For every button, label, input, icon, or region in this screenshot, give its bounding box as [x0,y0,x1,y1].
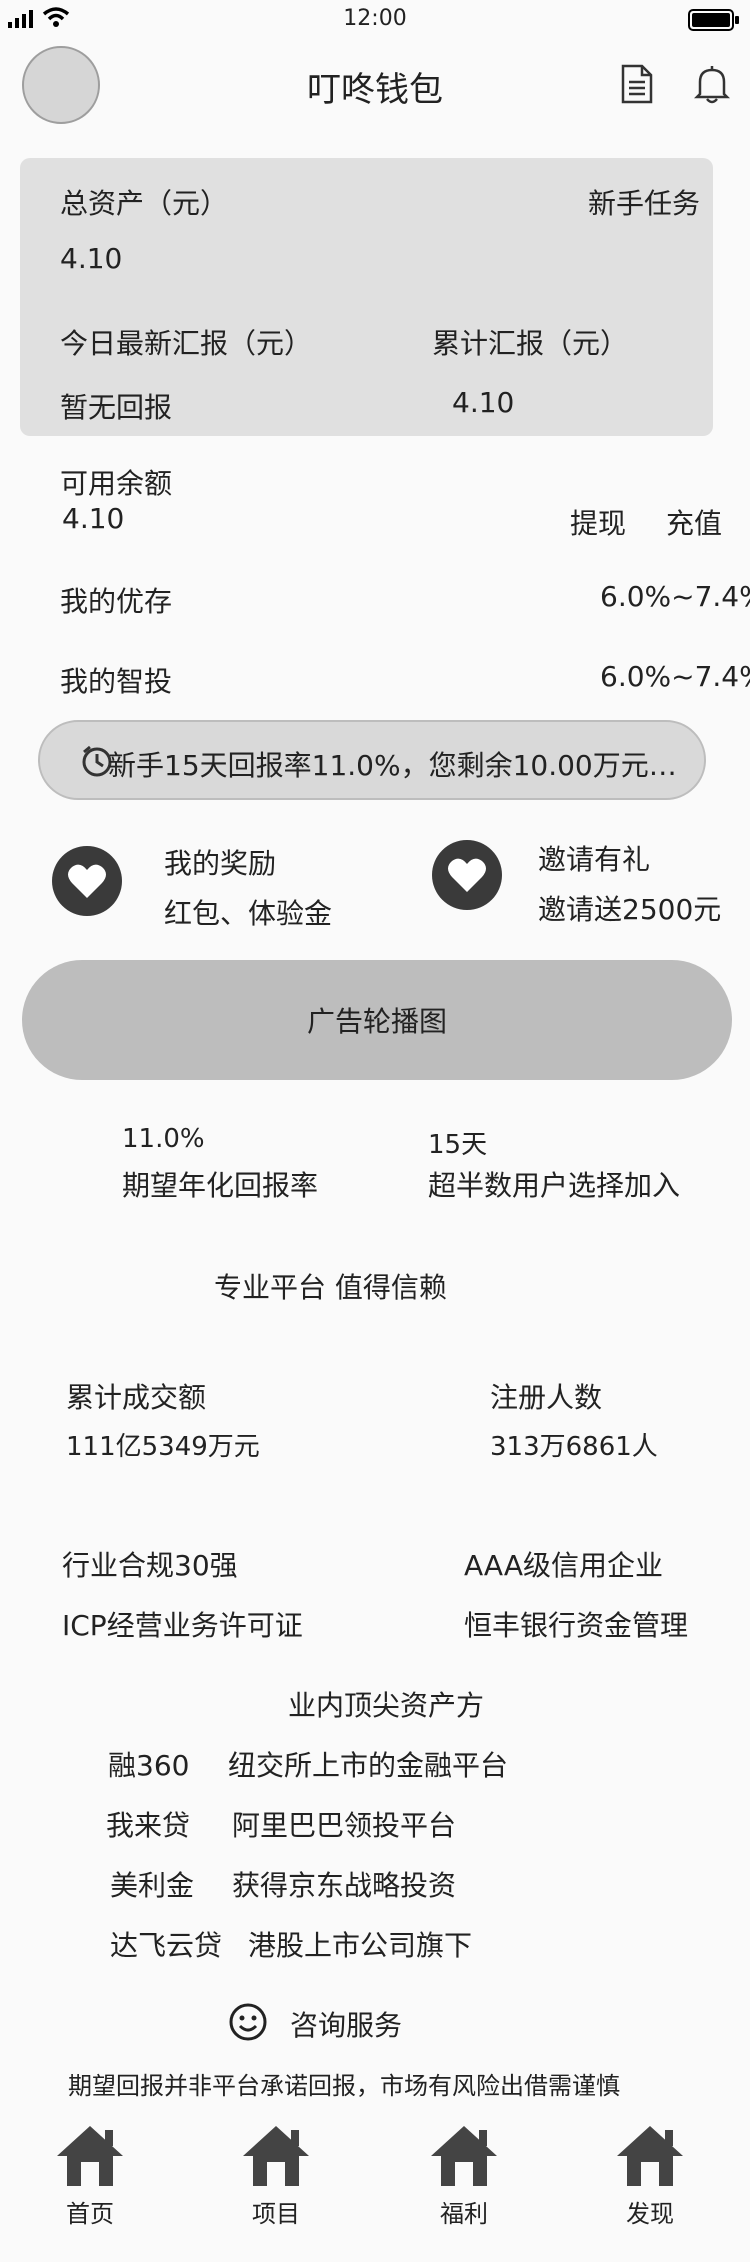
list-item: 融360 纽交所上市的金融平台 [0,1744,750,1784]
heart-icon[interactable] [52,846,122,916]
list-item: 我来贷 阿里巴巴领投平台 [0,1804,750,1844]
badge-compliance: 行业合规30强 [62,1549,238,1582]
tab-label: 福利 [440,2200,488,2228]
recharge-button[interactable]: 充值 [666,502,722,542]
tab-label: 发现 [626,2200,674,2228]
list-item: 美利金 获得京东战略投资 [0,1864,750,1904]
total-assets-value: 4.10 [60,242,123,275]
volume-label: 累计成交额 [66,1381,207,1414]
tab-bar: 首页 项目 福利 发现 [0,2112,750,2262]
home-icon [57,2126,123,2186]
product-name: 我的智投 [60,665,173,698]
status-time: 12:00 [343,6,407,31]
today-return-label: 今日最新汇报（元） [60,327,313,360]
tab-label: 首页 [66,2200,114,2228]
my-rewards-title[interactable]: 我的奖励 [164,842,276,882]
home-icon [243,2126,309,2186]
badge-bank: 恒丰银行资金管理 [464,1609,689,1642]
status-bar: 12:00 [0,0,750,42]
tab-home[interactable]: 首页 [30,2122,150,2229]
tab-projects[interactable]: 项目 [216,2122,336,2229]
list-item: 达飞云贷 港股上市公司旗下 [0,1924,750,1964]
balance-label: 可用余额 [60,467,173,500]
withdraw-button[interactable]: 提现 [570,502,626,542]
balance-value: 4.10 [62,502,125,535]
battery-icon [688,8,740,32]
heart-icon[interactable] [432,840,502,910]
partner-desc: 获得京东战略投资 [232,1869,457,1902]
home-icon [617,2126,683,2186]
partner-name: 美利金 [110,1869,195,1902]
rate-value: 11.0% [122,1124,205,1154]
partner-name: 融360 [108,1749,190,1782]
invite-title[interactable]: 邀请有礼 [538,838,650,878]
smiley-icon[interactable] [228,2002,268,2042]
product-row-zhitou[interactable]: 我的智投 6.0%~7.4% [0,660,750,700]
notice-text: 新手15天回报率11.0%，您剩余10.00万元… [108,749,677,782]
partner-desc: 港股上市公司旗下 [248,1929,473,1962]
days-label: 超半数用户选择加入 [428,1169,681,1202]
partner-desc: 纽交所上市的金融平台 [228,1749,509,1782]
partner-name: 达飞云贷 [110,1929,223,1962]
ad-carousel-label: 广告轮播图 [306,1005,447,1038]
document-icon[interactable] [620,64,654,104]
tab-label: 项目 [252,2200,300,2228]
today-return-value: 暂无回报 [60,391,173,424]
accum-return-label: 累计汇报（元） [432,327,629,360]
badge-credit: AAA级信用企业 [464,1549,664,1582]
product-row-youcun[interactable]: 我的优存 6.0%~7.4% [0,580,750,620]
tab-discover[interactable]: 发现 [590,2122,710,2229]
rate-label: 期望年化回报率 [122,1169,319,1202]
app-header: 叮咚钱包 [0,42,750,130]
product-name: 我的优存 [60,585,173,618]
partner-name: 我来贷 [106,1809,191,1842]
disclaimer-text: 期望回报并非平台承诺回报，市场有风险出借需谨慎 [68,2072,620,2100]
volume-value: 111亿5349万元 [66,1432,260,1462]
tab-welfare[interactable]: 福利 [404,2122,524,2229]
accum-return-value: 4.10 [452,386,515,419]
newbie-task-link[interactable]: 新手任务 [588,182,700,222]
users-value: 313万6861人 [490,1432,658,1462]
product-rate: 6.0%~7.4% [600,660,750,693]
total-assets-label: 总资产（元） [60,187,229,220]
invite-sub: 邀请送2500元 [538,893,722,926]
partner-desc: 阿里巴巴领投平台 [232,1809,457,1842]
service-label[interactable]: 咨询服务 [290,2004,402,2044]
my-rewards-sub: 红包、体验金 [164,897,333,930]
users-label: 注册人数 [490,1381,603,1414]
trust-title: 专业平台 值得信赖 [214,1271,447,1304]
badge-icp: ICP经营业务许可证 [62,1609,303,1642]
days-value: 15天 [428,1130,488,1160]
partners-title: 业内顶尖资产方 [288,1689,485,1722]
home-icon [431,2126,497,2186]
bell-icon[interactable] [694,64,730,104]
product-rate: 6.0%~7.4% [600,580,750,613]
